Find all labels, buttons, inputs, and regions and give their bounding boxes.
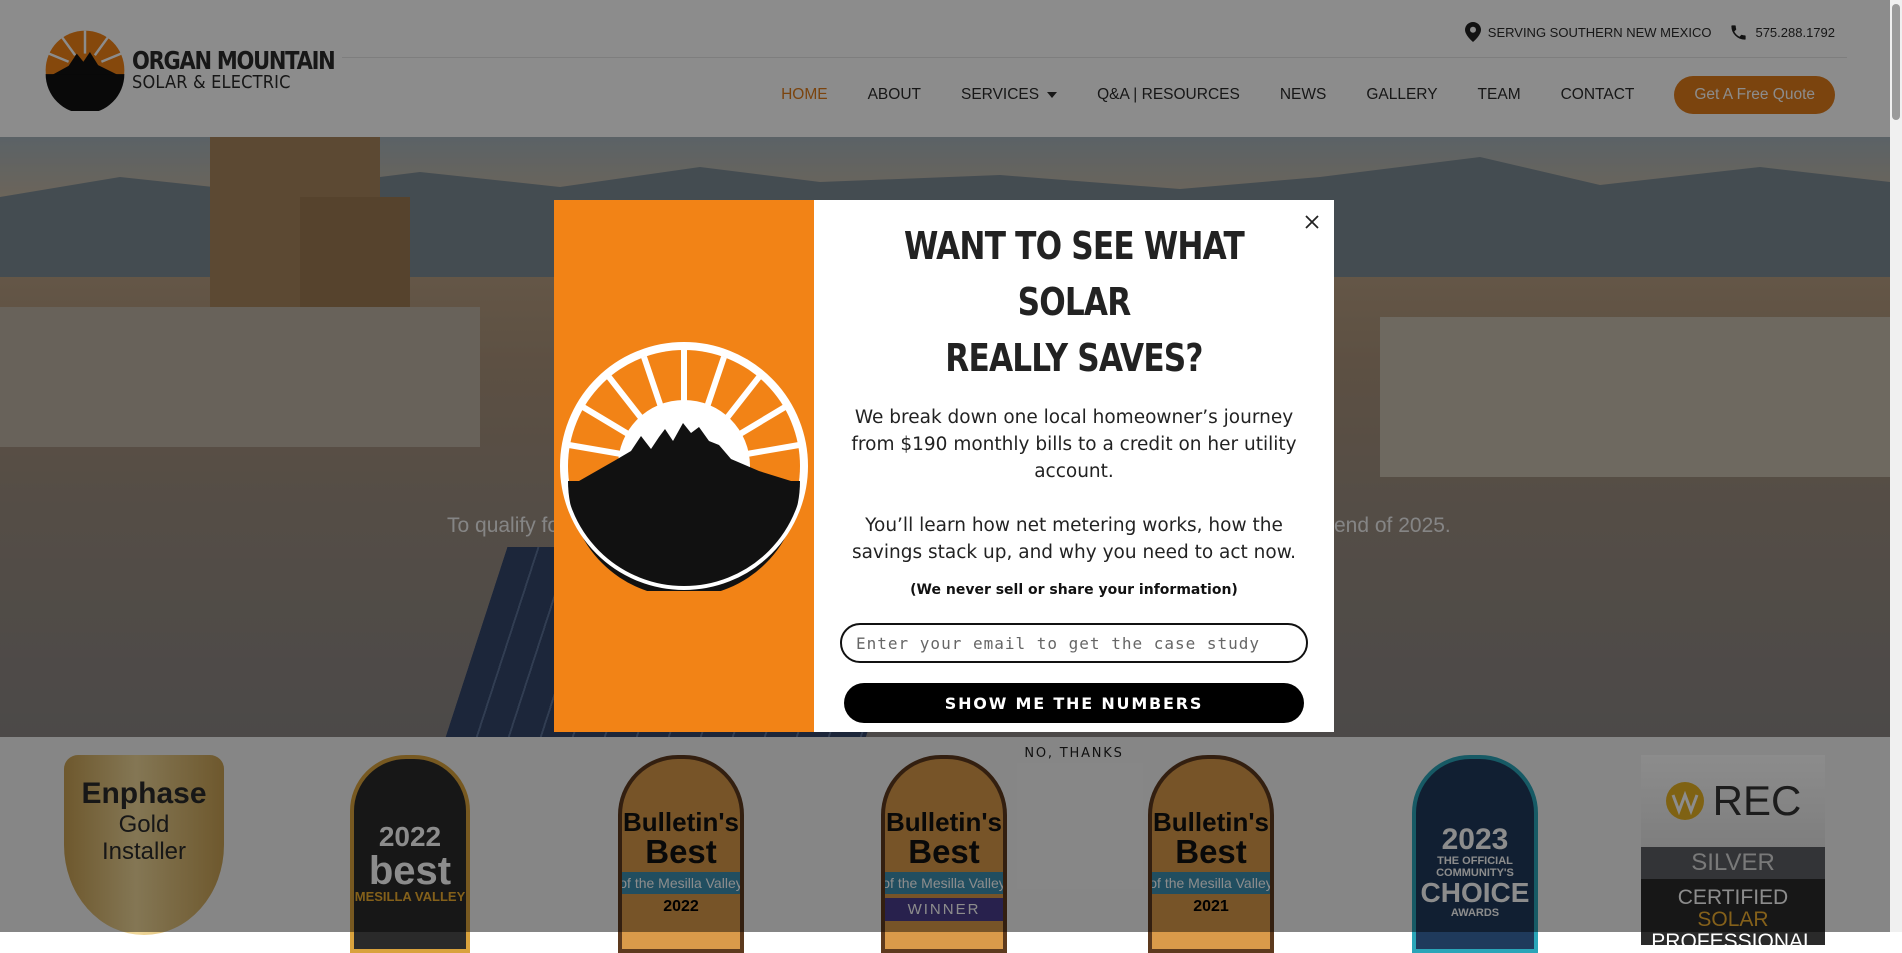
modal-content: WANT TO SEE WHAT SOLAR REALLY SAVES? We …	[814, 200, 1334, 761]
rec-professional: PROFESSIONAL	[1651, 930, 1815, 946]
privacy-note: (We never sell or share your information…	[910, 582, 1238, 598]
modal-headline-line2: REALLY SAVES?	[945, 336, 1203, 380]
organ-mountain-logo	[560, 342, 808, 591]
modal-intro-text: We break down one local homeowner’s jour…	[851, 407, 1297, 482]
modal-headline: WANT TO SEE WHAT SOLAR REALLY SAVES?	[861, 218, 1287, 386]
modal-headline-line1: WANT TO SEE WHAT SOLAR	[903, 224, 1245, 324]
modal-benefits-text: You’ll learn how net metering works, how…	[851, 515, 1297, 563]
lead-capture-modal: WANT TO SEE WHAT SOLAR REALLY SAVES? We …	[554, 200, 1334, 761]
no-thanks-button[interactable]: NO, THANKS	[1018, 745, 1129, 762]
modal-logo-panel	[554, 200, 814, 732]
scrollbar-thumb[interactable]	[1892, 4, 1900, 120]
close-icon[interactable]	[1302, 212, 1322, 232]
page-scrollbar[interactable]	[1890, 0, 1902, 932]
email-field[interactable]	[840, 623, 1308, 663]
show-numbers-button[interactable]: SHOW ME THE NUMBERS	[844, 683, 1304, 723]
